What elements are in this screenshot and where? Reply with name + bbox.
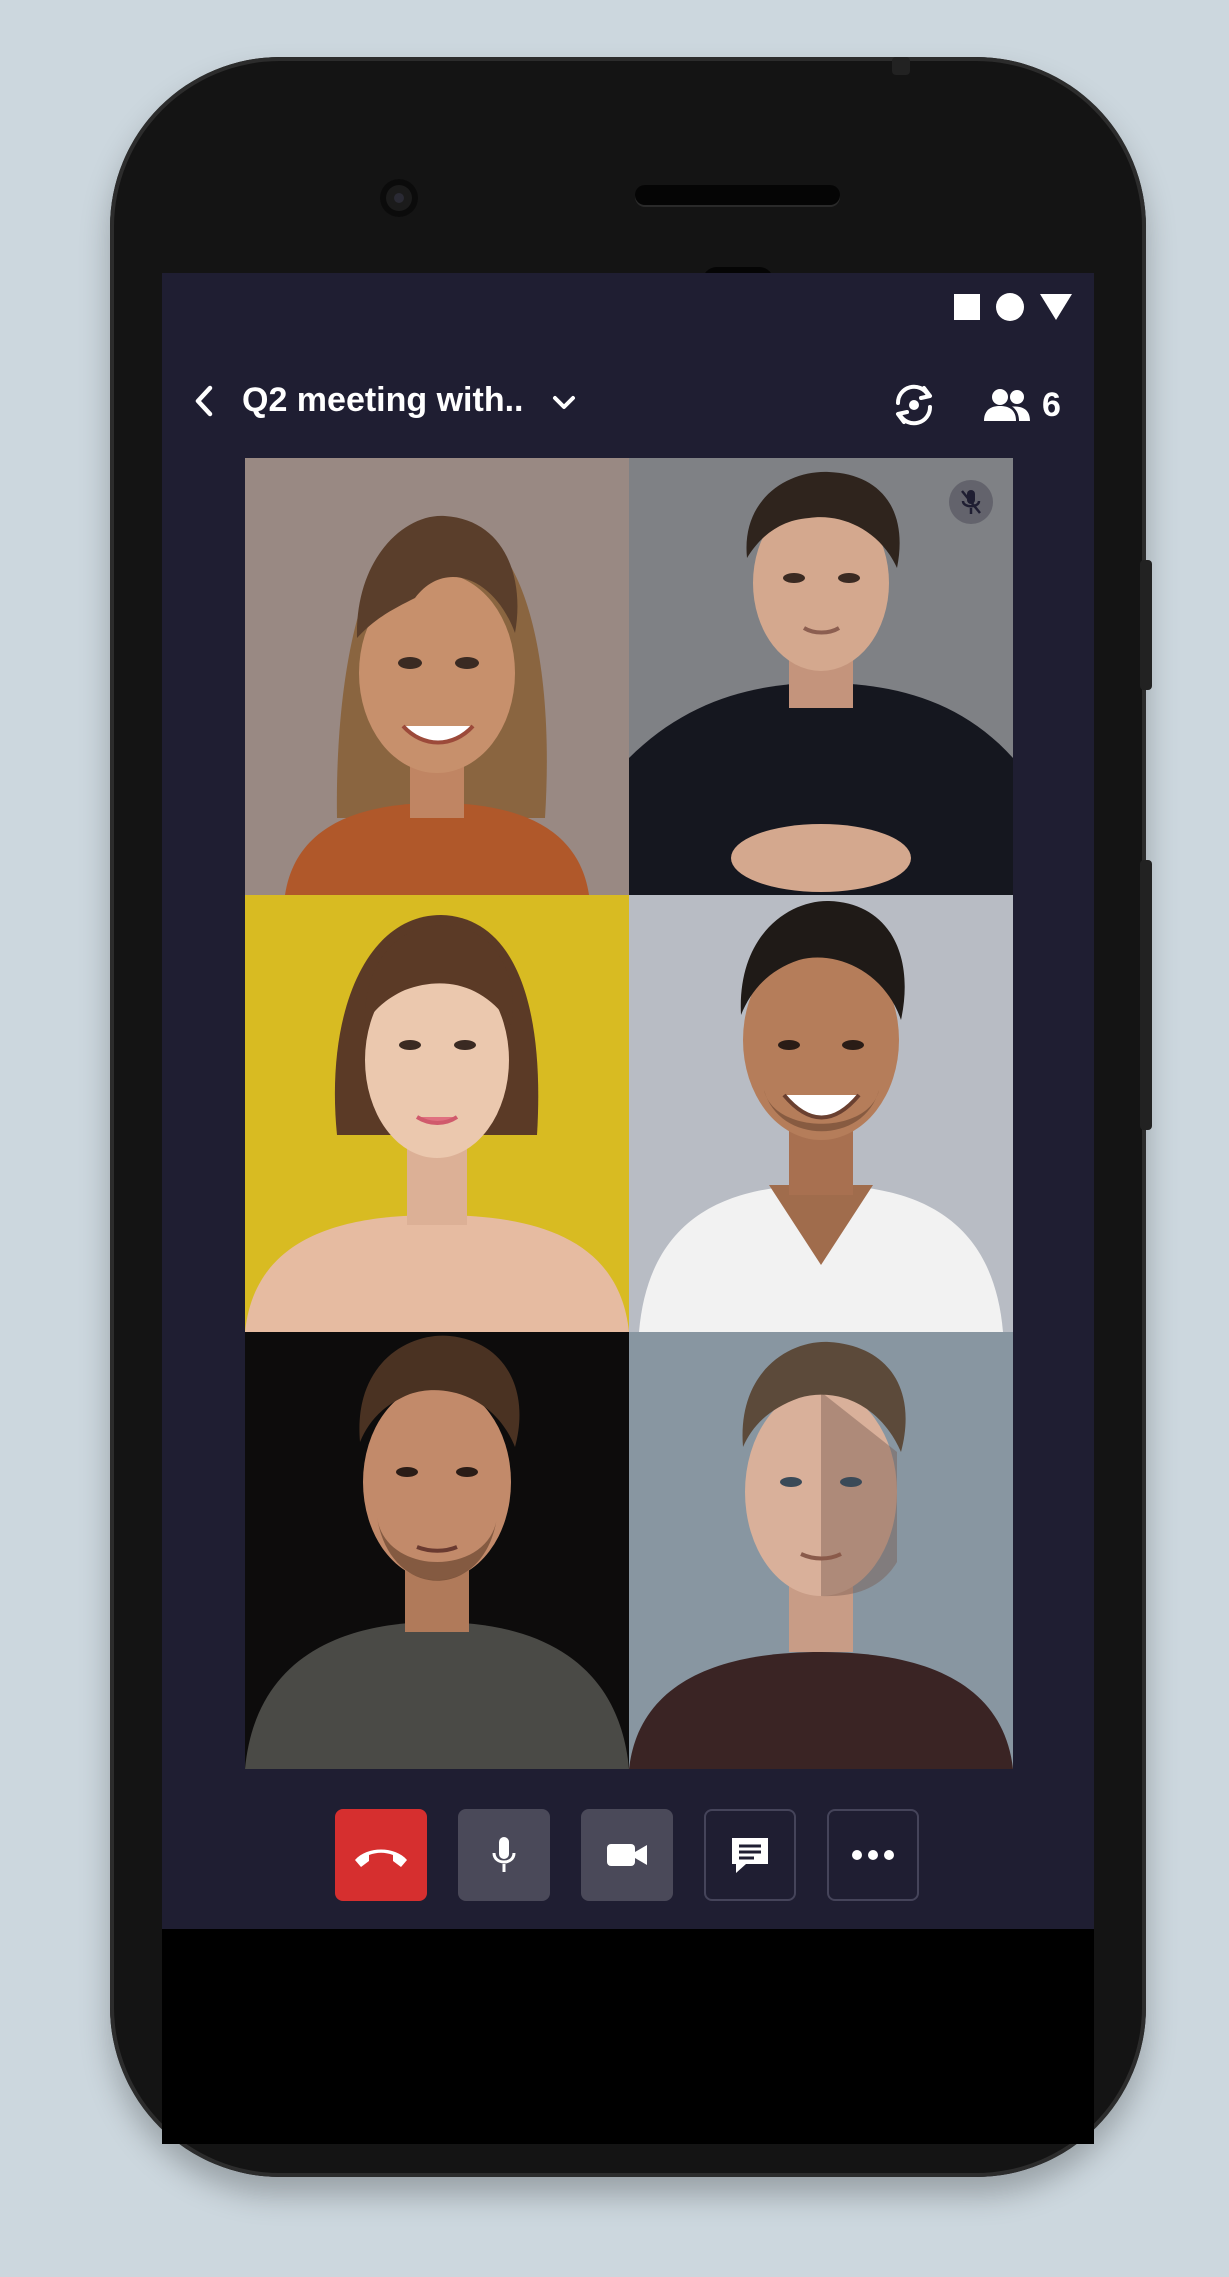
- chevron-down-icon: [553, 396, 575, 409]
- volume-button: [1140, 860, 1152, 1130]
- participant-tile[interactable]: [245, 458, 629, 895]
- switch-camera-icon: [895, 384, 933, 426]
- participant-tile[interactable]: [629, 895, 1013, 1332]
- participant-video: [629, 458, 1013, 895]
- people-icon: [984, 389, 1030, 421]
- mic-off-icon: [961, 490, 981, 514]
- chat-icon: [732, 1838, 768, 1873]
- more-options-button[interactable]: [827, 1809, 919, 1901]
- participants-button[interactable]: 6: [982, 377, 1061, 433]
- participant-tile[interactable]: [629, 1332, 1013, 1769]
- switch-camera-button[interactable]: [886, 377, 942, 433]
- back-button[interactable]: [184, 381, 224, 421]
- participant-video: [245, 458, 629, 895]
- call-screen: Q2 meeting with.. 6: [162, 273, 1094, 1929]
- power-button: [1140, 560, 1152, 690]
- more-horizontal-icon: [852, 1850, 894, 1860]
- status-bar: [954, 291, 1072, 323]
- video-grid: [245, 458, 1013, 1769]
- bottom-bezel: [162, 1929, 1094, 2144]
- title-dropdown-button[interactable]: [544, 383, 584, 423]
- phone-hangup-icon: [355, 1849, 407, 1867]
- microphone-icon: [492, 1837, 516, 1872]
- chat-button[interactable]: [704, 1809, 796, 1901]
- microphone-button[interactable]: [458, 1809, 550, 1901]
- meeting-title[interactable]: Q2 meeting with..: [242, 375, 523, 425]
- muted-indicator: [949, 480, 993, 524]
- participant-video: [629, 895, 1013, 1332]
- video-camera-icon: [607, 1844, 647, 1866]
- top-button: [892, 57, 910, 75]
- participant-count: 6: [1042, 385, 1061, 424]
- call-controls: [335, 1809, 919, 1901]
- participant-video: [245, 1332, 629, 1769]
- participant-tile[interactable]: [245, 895, 629, 1332]
- participant-video: [629, 1332, 1013, 1769]
- stop-status-icon: [954, 294, 980, 320]
- call-header: Q2 meeting with.. 6: [162, 365, 1094, 435]
- chevron-left-icon: [195, 385, 213, 417]
- earpiece-speaker: [635, 185, 840, 205]
- front-camera: [380, 179, 418, 217]
- participant-video: [245, 895, 629, 1332]
- end-call-button[interactable]: [335, 1809, 427, 1901]
- record-status-icon: [996, 293, 1024, 321]
- participant-tile[interactable]: [629, 458, 1013, 895]
- participant-tile[interactable]: [245, 1332, 629, 1769]
- video-button[interactable]: [581, 1809, 673, 1901]
- signal-status-icon: [1040, 294, 1072, 320]
